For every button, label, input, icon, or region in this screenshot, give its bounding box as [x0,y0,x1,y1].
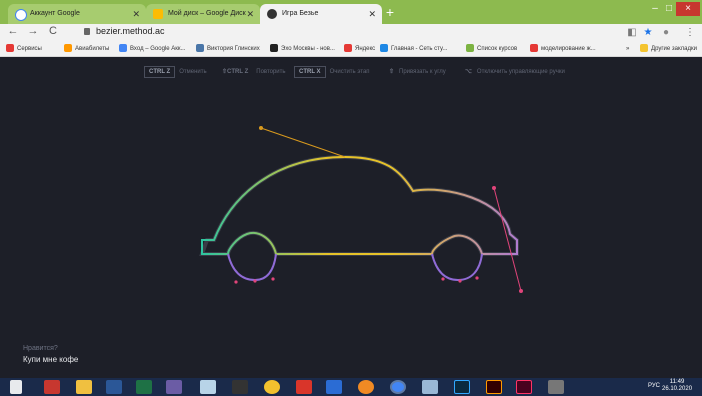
anchor-point[interactable] [253,279,257,283]
start-button[interactable] [10,380,22,394]
app-icon[interactable] [166,380,182,394]
file-explorer-icon[interactable] [76,380,92,394]
rear-wheel-arc [227,253,277,282]
search-icon[interactable] [358,380,374,394]
power-icon[interactable] [44,380,60,394]
word-icon[interactable] [106,380,122,394]
paint-icon[interactable] [264,380,280,394]
bezier-car-drawing[interactable] [0,0,702,396]
app-icon[interactable] [422,380,438,394]
anchor-point[interactable] [234,280,238,284]
handle-line [260,127,346,158]
excel-icon[interactable] [136,380,152,394]
control-point[interactable] [259,126,263,130]
illustrator-icon[interactable] [486,380,502,394]
app-icon[interactable] [326,380,342,394]
notepad-icon[interactable] [200,380,216,394]
promo-question: Нравится? [23,345,58,352]
acrobat-icon[interactable] [296,380,312,394]
indesign-icon[interactable] [516,380,532,394]
anchor-point[interactable] [271,277,275,281]
front-wheel-arc [431,253,483,282]
clock-date: 26.10.2020 [662,386,693,392]
photoshop-icon[interactable] [454,380,470,394]
clock-time: 11:49 [669,379,685,385]
tool-icon[interactable] [232,380,248,394]
anchor-point[interactable] [441,277,445,281]
app-icon[interactable] [548,380,564,394]
keyboard-language[interactable]: РУС [648,383,660,389]
chrome-icon[interactable] [390,380,406,394]
control-point[interactable] [519,289,523,293]
buy-coffee-link[interactable]: Купи мне кофе [23,355,78,364]
anchor-point[interactable] [475,276,479,280]
anchor-point[interactable] [458,279,462,283]
car-body-outline [201,155,518,255]
system-clock[interactable]: 11:49 26.10.2020 [662,379,692,393]
control-point[interactable] [492,186,496,190]
